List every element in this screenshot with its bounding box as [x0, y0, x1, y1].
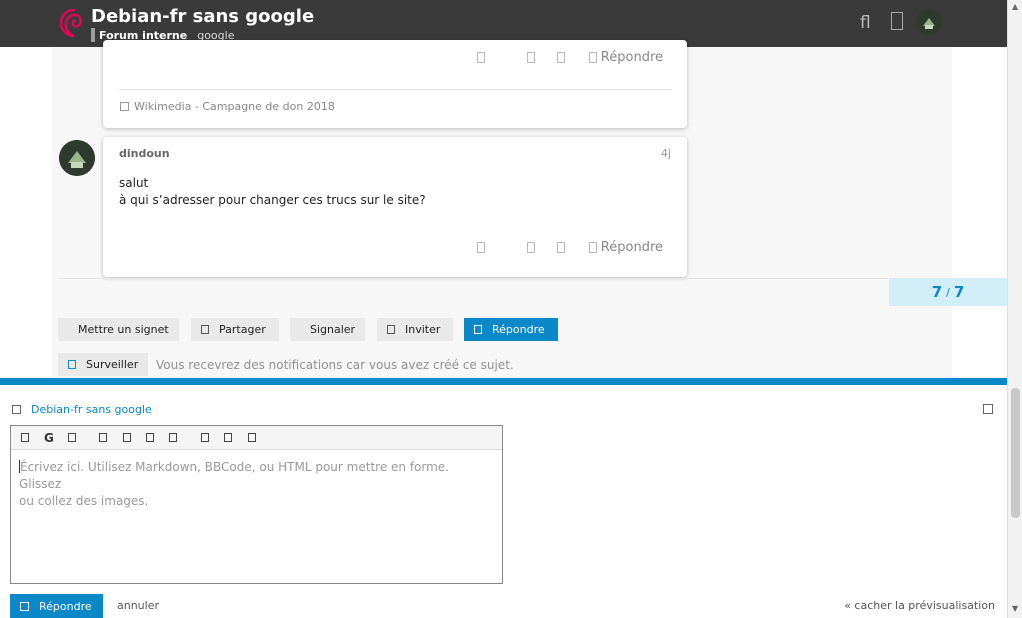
bookmark-label: Mettre un signet — [78, 323, 169, 336]
more-icon[interactable] — [556, 242, 565, 253]
post-username[interactable]: dindoun — [119, 147, 170, 160]
post-reply-label: Répondre — [600, 50, 663, 65]
quote-icon[interactable] — [21, 433, 29, 442]
upload-icon[interactable] — [169, 433, 177, 442]
link-preview[interactable]: Wikimedia - Campagne de don 2018 — [120, 100, 335, 113]
post-card: Répondre Wikimedia - Campagne de don 201… — [103, 40, 687, 128]
link-icon[interactable] — [99, 433, 107, 442]
divider — [58, 278, 888, 279]
page-scrollbar[interactable]: ▲ ▼ — [1007, 0, 1022, 618]
share-icon — [201, 325, 209, 334]
placeholder-text: Écrivez ici. Utilisez Markdown, BBCode, … — [19, 460, 449, 491]
post-actions: Répondre — [476, 240, 663, 255]
placeholder-line: ou collez des images. — [19, 494, 149, 508]
reply-icon — [588, 52, 597, 63]
eye-icon — [68, 360, 76, 369]
bookmark-button[interactable]: Mettre un signet — [58, 318, 179, 341]
avatar-image-icon — [916, 9, 942, 35]
post-body-line: salut — [119, 176, 149, 190]
page: Debian-fr sans google Forum interne goog… — [0, 0, 1022, 618]
reply-textarea[interactable]: Écrivez ici. Utilisez Markdown, BBCode, … — [11, 451, 502, 583]
like-icon[interactable] — [476, 242, 485, 253]
invite-label: Inviter — [405, 323, 441, 336]
composer-resize-grip[interactable] — [492, 385, 514, 387]
post-reply-button[interactable]: Répondre — [588, 50, 663, 65]
post-card: dindoun 4j salut à qui s’adresser pour c… — [103, 137, 687, 277]
menu-icon[interactable]: ﬂ — [860, 13, 871, 33]
notification-level-label: Surveiller — [86, 358, 139, 371]
composer-topic-link[interactable]: Debian-fr sans google — [12, 403, 152, 416]
bullet-list-icon[interactable] — [201, 433, 209, 442]
copy-link-icon[interactable] — [526, 52, 535, 63]
post-body: salut à qui s’adresser pour changer ces … — [119, 175, 426, 209]
post-reply-label: Répondre — [600, 240, 663, 255]
emoji-icon[interactable] — [248, 433, 256, 442]
reply-icon — [474, 325, 482, 334]
reply-icon — [20, 601, 29, 611]
category-color-bar — [91, 28, 95, 42]
blockquote-icon[interactable] — [123, 433, 131, 442]
debian-logo-icon[interactable] — [58, 7, 86, 39]
bold-button[interactable]: G — [44, 431, 54, 445]
scroll-down-arrow-icon[interactable]: ▼ — [1012, 604, 1018, 613]
flag-label: Signaler — [310, 323, 356, 336]
user-avatar[interactable] — [916, 9, 942, 35]
share-button[interactable]: Partager — [191, 318, 279, 341]
submit-reply-label: Répondre — [39, 599, 92, 613]
link-preview-text: Wikimedia - Campagne de don 2018 — [134, 100, 335, 113]
reply-icon — [588, 242, 597, 253]
scroll-thumb[interactable] — [1011, 388, 1020, 518]
reply-composer: Debian-fr sans google G Écrivez ici. Uti… — [0, 378, 1007, 618]
topic-reply-button[interactable]: Répondre — [464, 318, 558, 341]
topic-progress[interactable]: 7 / 7 — [889, 278, 1007, 306]
progress-total: 7 — [953, 283, 965, 301]
notification-level-button[interactable]: Surveiller — [58, 353, 148, 376]
italic-icon[interactable] — [68, 433, 76, 442]
document-icon[interactable] — [891, 12, 903, 30]
cancel-link[interactable]: annuler — [117, 599, 159, 612]
share-label: Partager — [219, 323, 266, 336]
post-reply-button[interactable]: Répondre — [588, 240, 663, 255]
post-body-line: à qui s’adresser pour changer ces trucs … — [119, 193, 426, 207]
divider — [119, 89, 671, 90]
editor-toolbar: G — [11, 426, 502, 450]
site-title[interactable]: Debian-fr sans google — [91, 6, 314, 27]
scroll-up-arrow-icon[interactable]: ▲ — [1012, 2, 1018, 11]
topic-reply-label: Répondre — [492, 323, 545, 336]
flag-button[interactable]: Signaler — [290, 318, 365, 341]
submit-reply-button[interactable]: Répondre — [10, 594, 103, 618]
post-avatar[interactable] — [59, 140, 95, 176]
invite-icon — [387, 325, 395, 334]
numbered-list-icon[interactable] — [224, 433, 232, 442]
placeholder-line: Écrivez ici. Utilisez Markdown, BBCode, … — [19, 459, 494, 493]
like-icon[interactable] — [476, 52, 485, 63]
post-date[interactable]: 4j — [661, 147, 671, 160]
composer-topic-title: Debian-fr sans google — [31, 403, 152, 416]
progress-current: 7 — [931, 283, 943, 301]
more-icon[interactable] — [556, 52, 565, 63]
copy-link-icon[interactable] — [526, 242, 535, 253]
editor: G Écrivez ici. Utilisez Markdown, BBCode… — [10, 425, 503, 584]
progress-separator: / — [946, 285, 950, 299]
reply-to-icon — [12, 405, 21, 414]
avatar-image-icon — [59, 140, 95, 176]
invite-button[interactable]: Inviter — [377, 318, 453, 341]
notification-reason: Vous recevrez des notifications car vous… — [156, 358, 514, 372]
collapse-composer-icon[interactable] — [983, 404, 993, 414]
post-actions: Répondre — [476, 50, 663, 65]
hide-preview-link[interactable]: « cacher la prévisualisation — [844, 599, 995, 612]
code-icon[interactable] — [146, 433, 154, 442]
link-icon — [120, 102, 129, 111]
